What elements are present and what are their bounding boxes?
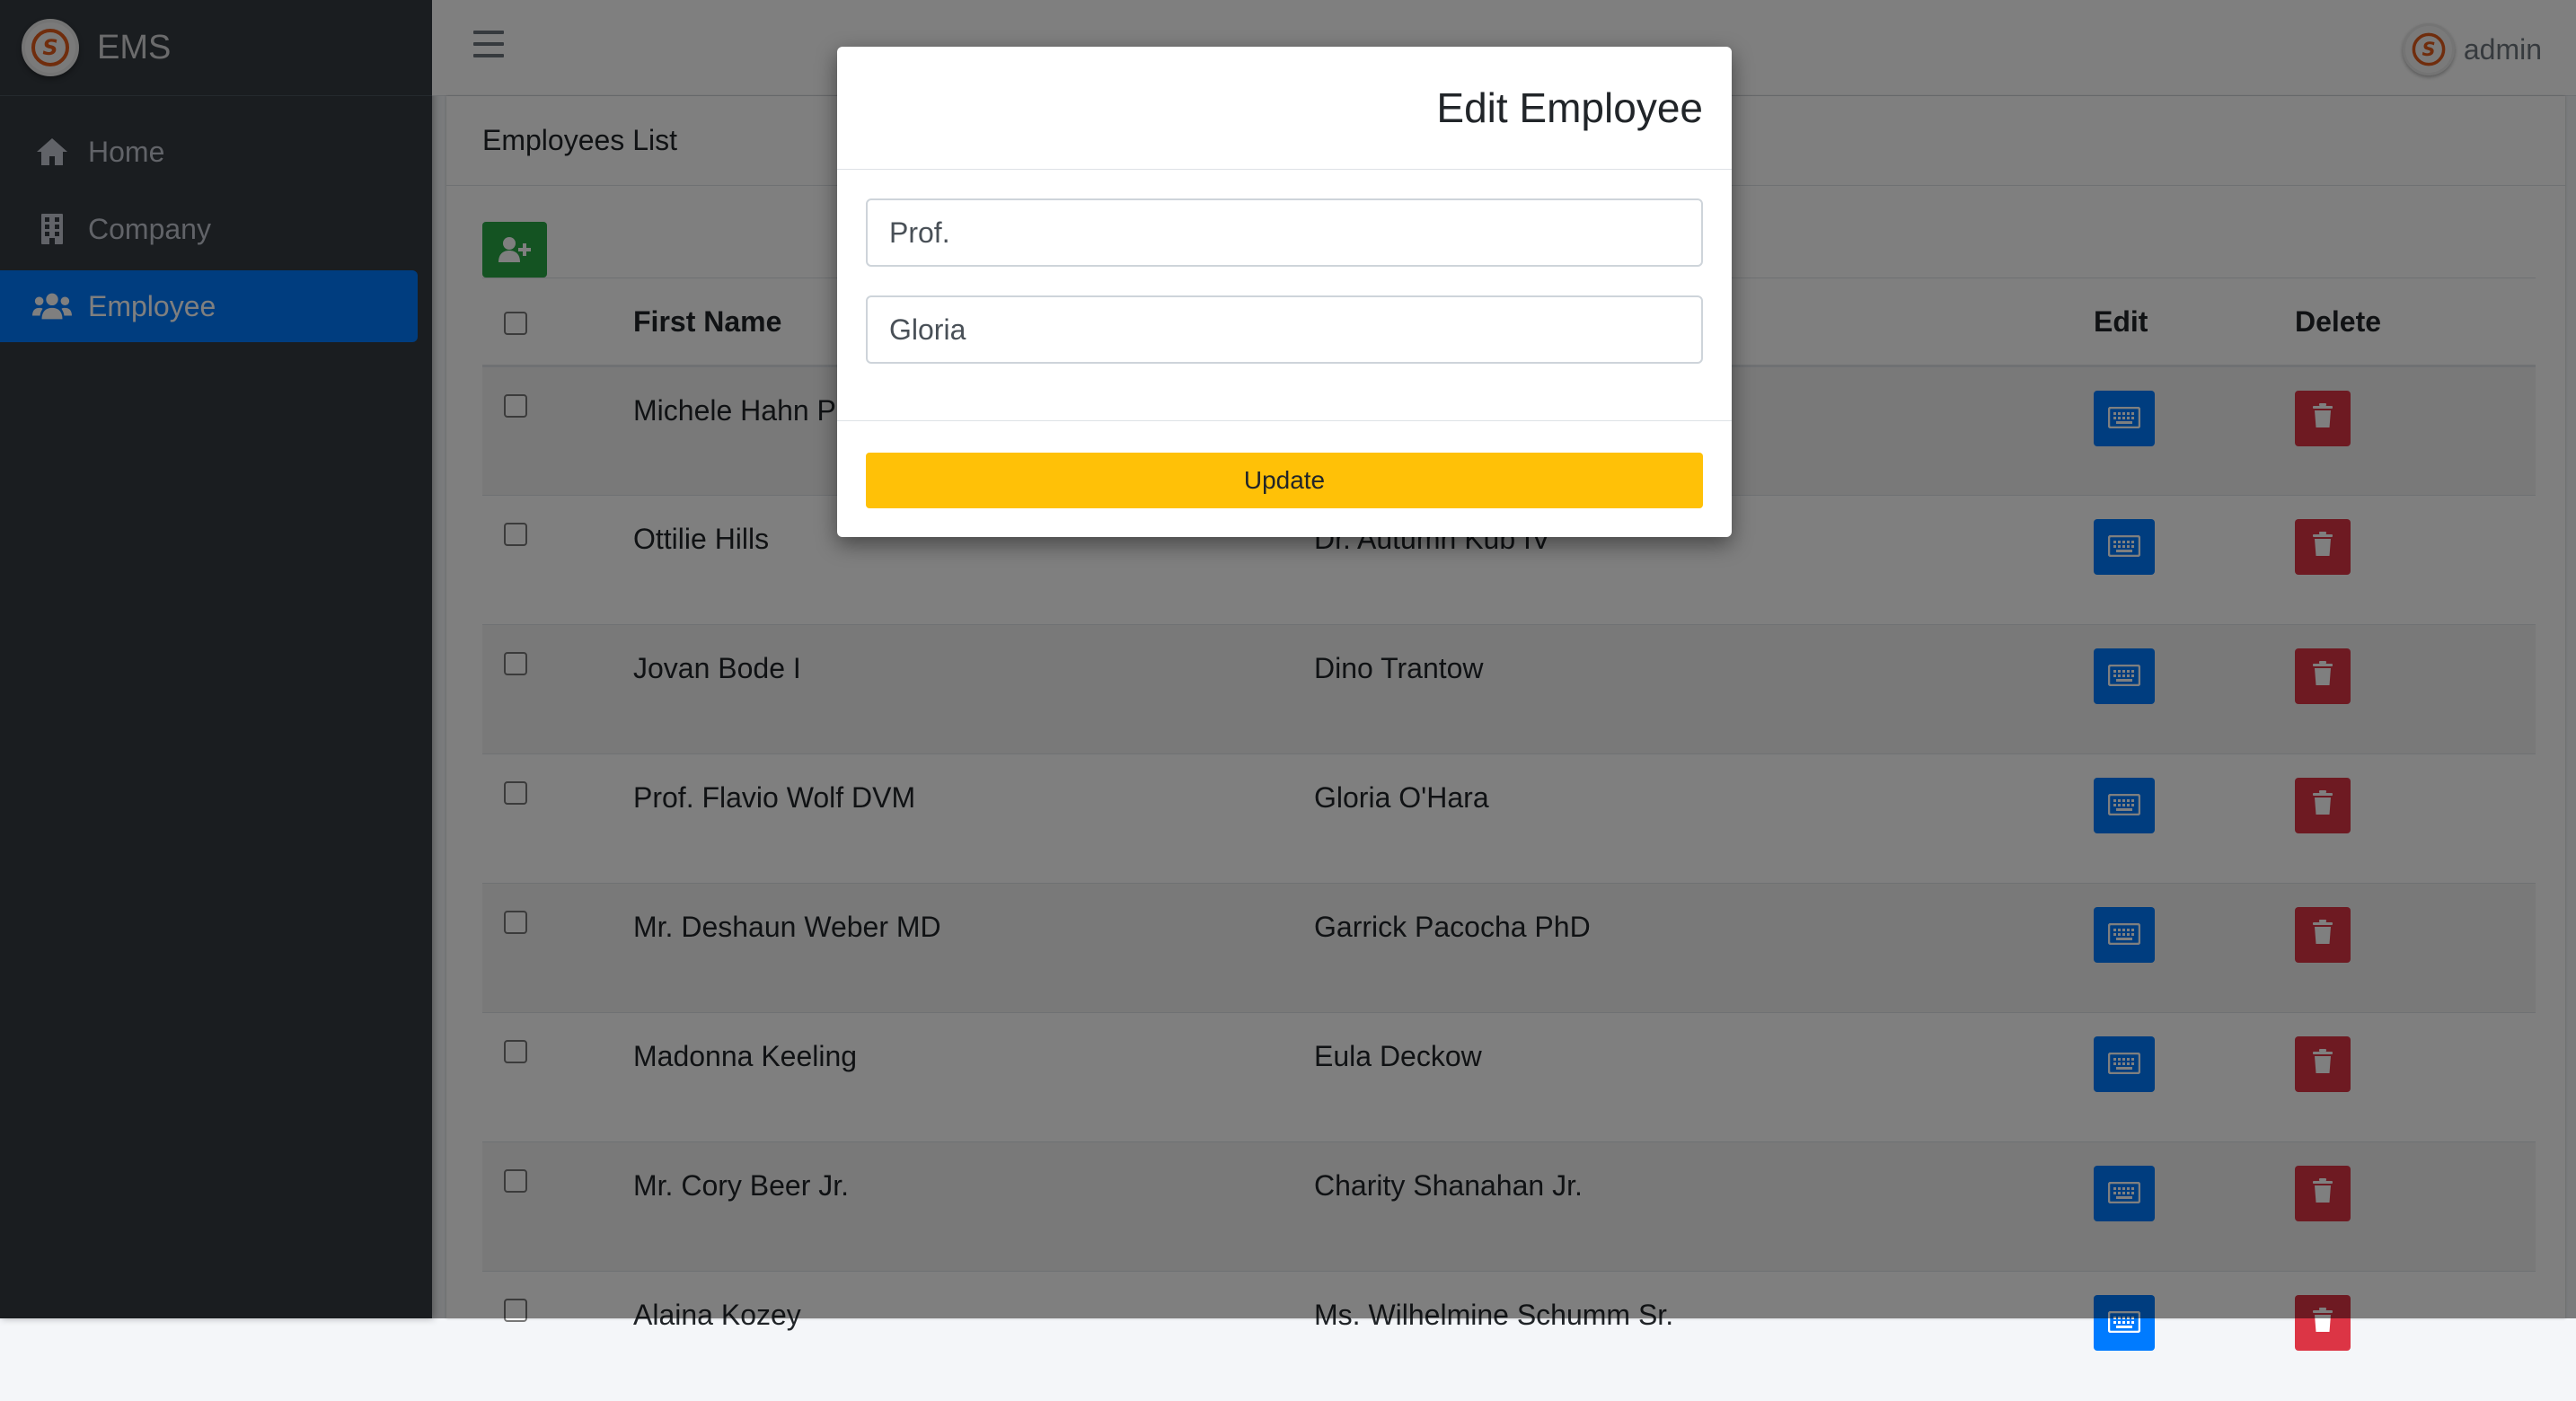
edit-employee-modal: Edit Employee Update: [837, 47, 1732, 537]
update-button[interactable]: Update: [866, 453, 1703, 508]
first-name-field[interactable]: [866, 198, 1703, 267]
modal-title: Edit Employee: [1436, 84, 1703, 132]
modal-header: Edit Employee: [837, 47, 1732, 170]
modal-body: [837, 170, 1732, 421]
last-name-field[interactable]: [866, 295, 1703, 364]
